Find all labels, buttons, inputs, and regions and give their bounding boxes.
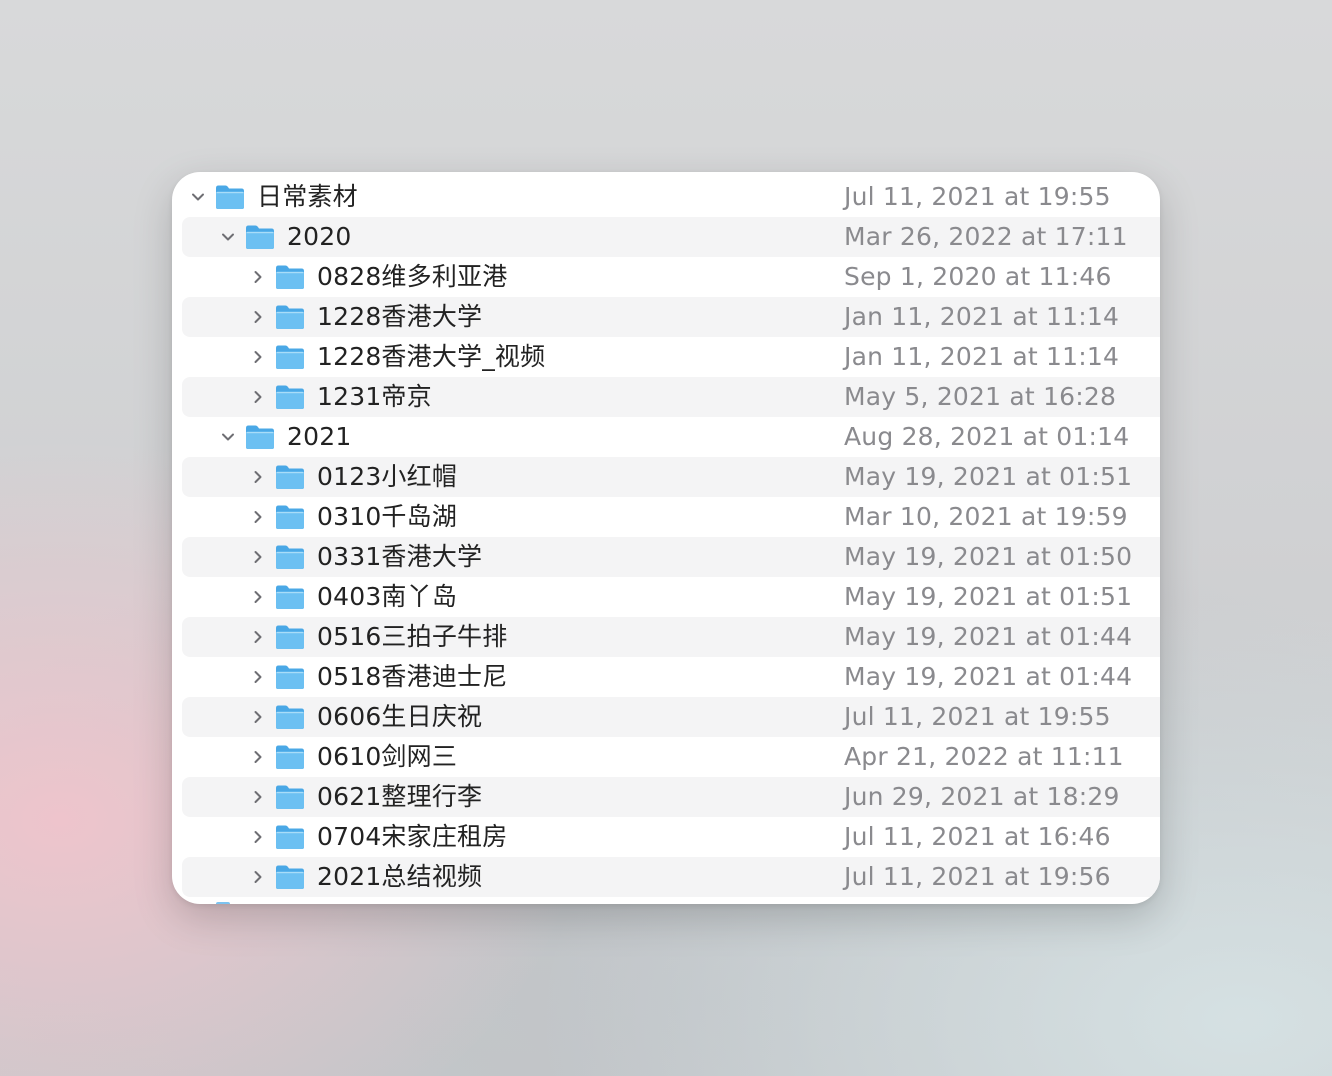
folder-icon bbox=[275, 384, 305, 410]
date-modified: Jul 11, 2021 at 16:46 bbox=[844, 822, 1111, 851]
chevron-right-icon[interactable] bbox=[248, 697, 268, 737]
finder-list-window: 日常素材 Jul 11, 2021 at 19:55 2020 Mar 26, 202… bbox=[172, 172, 1160, 904]
chevron-right-icon[interactable] bbox=[248, 537, 268, 577]
folder-icon bbox=[275, 544, 305, 570]
date-modified: Sep 1, 2020 at 11:46 bbox=[844, 262, 1112, 291]
date-modified: Aug 28, 2021 at 01:14 bbox=[844, 422, 1130, 451]
chevron-right-icon[interactable] bbox=[248, 857, 268, 897]
folder-icon bbox=[245, 424, 275, 450]
folder-icon bbox=[245, 224, 275, 250]
folder-name: 0828维多利亚港 bbox=[317, 262, 508, 291]
folder-name: 0516三拍子牛排 bbox=[317, 622, 508, 651]
folder-name: 1231帝京 bbox=[317, 382, 432, 411]
folder-name: 0123小红帽 bbox=[317, 462, 458, 491]
folder-row[interactable]: 2021总结视频 Jul 11, 2021 at 19:56 bbox=[182, 857, 1160, 897]
date-modified: Mar 10, 2021 at 19:59 bbox=[844, 502, 1128, 531]
date-modified: May 19, 2021 at 01:51 bbox=[844, 462, 1133, 491]
folder-name: 2021 bbox=[287, 422, 352, 451]
folder-icon bbox=[275, 704, 305, 730]
folder-icon bbox=[275, 464, 305, 490]
folder-row[interactable]: 0518香港迪士尼 May 19, 2021 at 01:44 bbox=[182, 657, 1160, 697]
folder-name: 0331香港大学 bbox=[317, 542, 483, 571]
chevron-right-icon[interactable] bbox=[248, 257, 268, 297]
date-modified: Jan 11, 2021 at 11:14 bbox=[844, 342, 1120, 371]
folder-icon bbox=[275, 864, 305, 890]
chevron-right-icon[interactable] bbox=[248, 657, 268, 697]
folder-row[interactable]: 1228香港大学_视频 Jan 11, 2021 at 11:14 bbox=[182, 337, 1160, 377]
folder-icon bbox=[275, 504, 305, 530]
folder-row[interactable]: 2020 Mar 26, 2022 at 17:11 bbox=[182, 217, 1160, 257]
folder-row[interactable]: 1228香港大学 Jan 11, 2021 at 11:14 bbox=[182, 297, 1160, 337]
chevron-right-icon[interactable] bbox=[248, 337, 268, 377]
folder-name: 1228香港大学 bbox=[317, 302, 483, 331]
folder-row[interactable]: 1231帝京 May 5, 2021 at 16:28 bbox=[182, 377, 1160, 417]
folder-name: 0403南丫岛 bbox=[317, 582, 458, 611]
file-list: 日常素材 Jul 11, 2021 at 19:55 2020 Mar 26, 202… bbox=[182, 177, 1160, 897]
folder-row[interactable]: 日常素材 Jul 11, 2021 at 19:55 bbox=[182, 177, 1160, 217]
date-modified: Jan 11, 2021 at 11:14 bbox=[844, 302, 1120, 331]
chevron-down-icon[interactable] bbox=[218, 217, 238, 257]
date-modified: Jun 29, 2021 at 18:29 bbox=[844, 782, 1120, 811]
folder-row[interactable]: 0310千岛湖 Mar 10, 2021 at 19:59 bbox=[182, 497, 1160, 537]
folder-row[interactable]: 0606生日庆祝 Jul 11, 2021 at 19:55 bbox=[182, 697, 1160, 737]
folder-name: 0704宋家庄租房 bbox=[317, 822, 508, 851]
folder-name: 日常素材 bbox=[257, 182, 358, 211]
folder-name: 2021总结视频 bbox=[317, 862, 483, 891]
date-modified: May 5, 2021 at 16:28 bbox=[844, 382, 1117, 411]
folder-icon bbox=[275, 744, 305, 770]
chevron-right-icon[interactable] bbox=[248, 817, 268, 857]
folder-icon bbox=[275, 664, 305, 690]
chevron-right-icon[interactable] bbox=[248, 577, 268, 617]
date-modified: May 19, 2021 at 01:44 bbox=[844, 662, 1133, 691]
date-modified: Mar 26, 2022 at 17:11 bbox=[844, 222, 1128, 251]
folder-icon bbox=[275, 304, 305, 330]
folder-row[interactable]: 2021 Aug 28, 2021 at 01:14 bbox=[182, 417, 1160, 457]
folder-name: 0610剑网三 bbox=[317, 742, 458, 771]
chevron-right-icon[interactable] bbox=[248, 497, 268, 537]
folder-row[interactable]: 0403南丫岛 May 19, 2021 at 01:51 bbox=[182, 577, 1160, 617]
folder-row[interactable]: 0621整理行李 Jun 29, 2021 at 18:29 bbox=[182, 777, 1160, 817]
folder-icon bbox=[275, 264, 305, 290]
folder-icon bbox=[275, 784, 305, 810]
folder-name: 0606生日庆祝 bbox=[317, 702, 483, 731]
date-modified: Jul 11, 2021 at 19:55 bbox=[844, 182, 1111, 211]
chevron-right-icon[interactable] bbox=[248, 297, 268, 337]
chevron-right-icon[interactable] bbox=[248, 737, 268, 777]
date-modified: Jul 11, 2021 at 19:55 bbox=[844, 702, 1111, 731]
date-modified: May 19, 2021 at 01:50 bbox=[844, 542, 1133, 571]
chevron-right-icon[interactable] bbox=[248, 457, 268, 497]
folder-row[interactable]: 0704宋家庄租房 Jul 11, 2021 at 16:46 bbox=[182, 817, 1160, 857]
folder-row[interactable]: 0123小红帽 May 19, 2021 at 01:51 bbox=[182, 457, 1160, 497]
folder-name: 0310千岛湖 bbox=[317, 502, 458, 531]
folder-name: 1228香港大学_视频 bbox=[317, 342, 546, 371]
folder-icon bbox=[275, 624, 305, 650]
folder-row[interactable]: 0516三拍子牛排 May 19, 2021 at 01:44 bbox=[182, 617, 1160, 657]
chevron-right-icon[interactable] bbox=[248, 777, 268, 817]
folder-icon bbox=[275, 344, 305, 370]
date-modified: May 19, 2021 at 01:51 bbox=[844, 582, 1133, 611]
folder-icon bbox=[275, 584, 305, 610]
chevron-down-icon[interactable] bbox=[188, 177, 208, 217]
chevron-right-icon[interactable] bbox=[248, 377, 268, 417]
folder-row[interactable]: 0331香港大学 May 19, 2021 at 01:50 bbox=[182, 537, 1160, 577]
folder-icon bbox=[215, 184, 245, 210]
date-modified: Jul 11, 2021 at 19:56 bbox=[844, 862, 1111, 891]
folder-name: 0621整理行李 bbox=[317, 782, 483, 811]
folder-icon bbox=[275, 824, 305, 850]
next-folder-icon-peek bbox=[216, 902, 230, 904]
chevron-down-icon[interactable] bbox=[218, 417, 238, 457]
folder-name: 2020 bbox=[287, 222, 352, 251]
date-modified: May 19, 2021 at 01:44 bbox=[844, 622, 1133, 651]
folder-row[interactable]: 0610剑网三 Apr 21, 2022 at 11:11 bbox=[182, 737, 1160, 777]
folder-row[interactable]: 0828维多利亚港 Sep 1, 2020 at 11:46 bbox=[182, 257, 1160, 297]
chevron-right-icon[interactable] bbox=[248, 617, 268, 657]
folder-name: 0518香港迪士尼 bbox=[317, 662, 508, 691]
date-modified: Apr 21, 2022 at 11:11 bbox=[844, 742, 1124, 771]
